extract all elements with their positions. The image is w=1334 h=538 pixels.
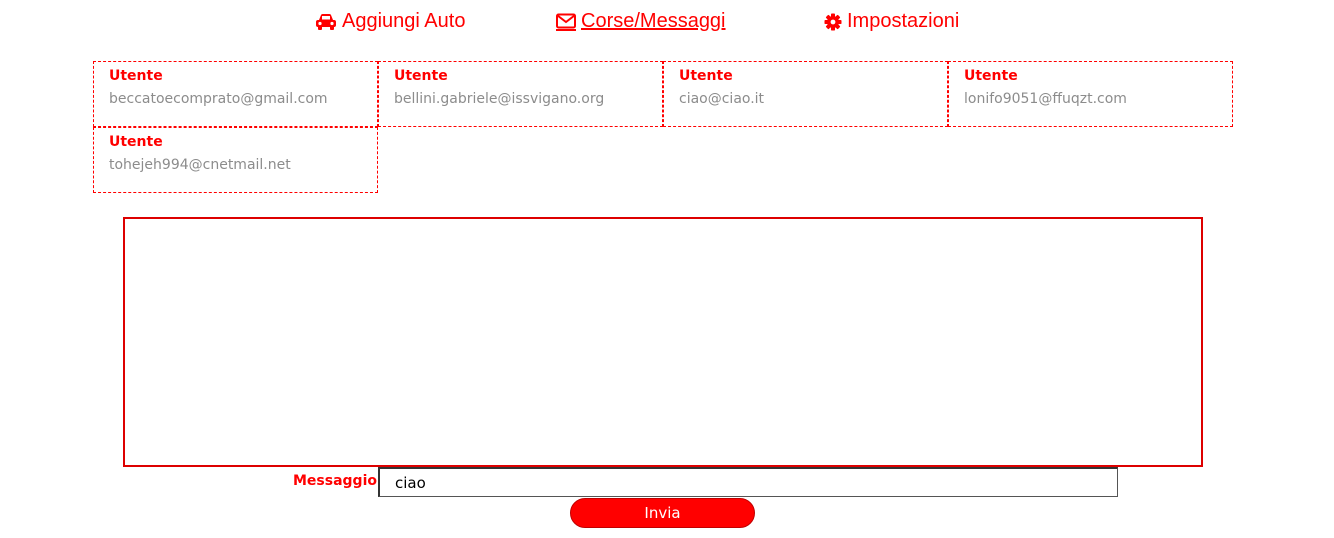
user-title: Utente <box>394 68 448 84</box>
user-card[interactable]: Utente ciao@ciao.it <box>663 61 948 127</box>
user-card[interactable]: Utente bellini.gabriele@issvigano.org <box>378 61 663 127</box>
user-title: Utente <box>109 68 163 84</box>
user-email: ciao@ciao.it <box>679 91 765 107</box>
user-email: beccatoecomprato@gmail.com <box>109 91 328 107</box>
user-card[interactable]: Utente beccatoecomprato@gmail.com <box>93 61 378 127</box>
envelope-icon <box>556 13 576 31</box>
top-navigation: Aggiungi Auto Corse/Messaggi Impostazion… <box>0 10 1334 40</box>
nav-settings-label: Impostazioni <box>847 10 960 32</box>
user-email: tohejeh994@cnetmail.net <box>109 157 291 173</box>
user-email: bellini.gabriele@issvigano.org <box>394 91 605 107</box>
chat-messages-area[interactable] <box>123 217 1203 467</box>
nav-rides-messages-label: Corse/Messaggi <box>581 10 726 32</box>
nav-add-car-label: Aggiungi Auto <box>342 10 466 32</box>
send-button[interactable]: Invia <box>570 498 755 528</box>
nav-add-car-link[interactable]: Aggiungi Auto <box>315 10 465 33</box>
car-icon <box>315 13 337 31</box>
message-input[interactable] <box>378 467 1118 497</box>
user-card[interactable]: Utente lonifo9051@ffuqzt.com <box>948 61 1233 127</box>
user-email: lonifo9051@ffuqzt.com <box>964 91 1127 107</box>
message-label: Messaggio: <box>293 473 383 489</box>
gear-icon <box>824 13 842 31</box>
user-card[interactable]: Utente tohejeh994@cnetmail.net <box>93 127 378 193</box>
user-title: Utente <box>964 68 1018 84</box>
user-title: Utente <box>679 68 733 84</box>
nav-settings-link[interactable]: Impostazioni <box>824 10 959 33</box>
user-title: Utente <box>109 134 163 150</box>
nav-rides-messages-link[interactable]: Corse/Messaggi <box>556 10 726 33</box>
